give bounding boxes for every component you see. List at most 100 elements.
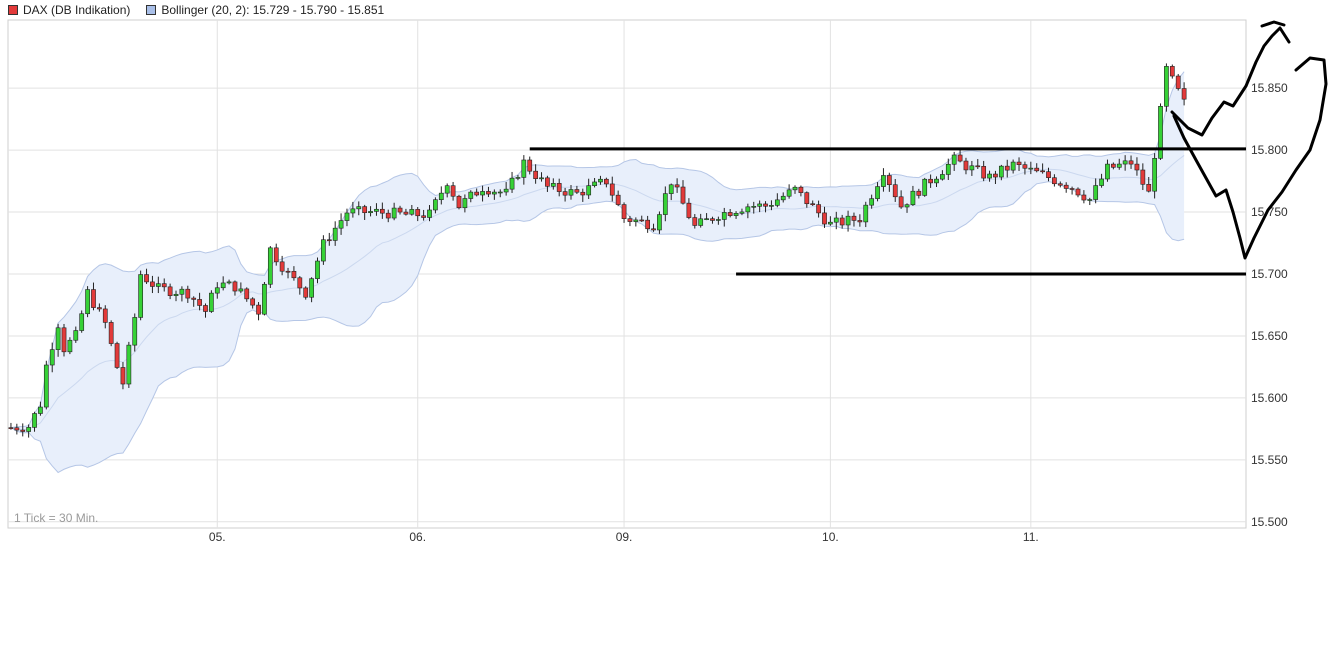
candle-body <box>917 191 921 195</box>
candle-body <box>56 328 60 350</box>
y-tick-label: 15.850 <box>1251 81 1288 95</box>
candle-body <box>781 196 785 200</box>
candle-body <box>569 190 573 196</box>
candle-body <box>351 209 355 213</box>
candle-body <box>1052 178 1056 184</box>
candle-body <box>934 179 938 183</box>
candle-body <box>144 275 148 282</box>
candle-body <box>669 185 673 194</box>
candle-body <box>970 166 974 170</box>
candle-body <box>192 298 196 299</box>
candle-body <box>310 279 314 298</box>
candle-body <box>139 275 143 318</box>
candle-body <box>433 200 437 210</box>
candle-body <box>1029 168 1033 169</box>
candle-body <box>227 282 231 283</box>
candle-body <box>439 193 443 200</box>
candle-body <box>993 174 997 177</box>
candle-body <box>1023 165 1027 169</box>
candle-body <box>233 282 237 291</box>
handdrawn-arrowhead <box>1262 22 1284 26</box>
candle-body <box>156 284 160 287</box>
candle-body <box>587 186 591 195</box>
candle-body <box>186 289 190 298</box>
candle-body <box>427 210 431 218</box>
candle-body <box>811 204 815 205</box>
candle-body <box>239 289 243 291</box>
interval-note: 1 Tick = 30 Min. <box>14 511 98 525</box>
candle-body <box>180 289 184 294</box>
candle-body <box>976 166 980 167</box>
candle-body <box>557 183 561 191</box>
candle-body <box>15 428 19 430</box>
candle-body <box>834 218 838 222</box>
candle-body <box>911 191 915 204</box>
candle-body <box>374 209 378 211</box>
candle-body <box>628 219 632 222</box>
y-tick-label: 15.500 <box>1251 515 1288 529</box>
candle-body <box>363 207 367 213</box>
candle-body <box>610 184 614 195</box>
candle-body <box>386 213 390 218</box>
candle-body <box>1005 166 1009 170</box>
candle-body <box>722 212 726 219</box>
candle-body <box>881 175 885 186</box>
candle-body <box>675 185 679 187</box>
candle-body <box>769 205 773 206</box>
candle-body <box>534 171 538 178</box>
candle-body <box>775 200 779 206</box>
candle-body <box>875 187 879 199</box>
x-tick-label: 06. <box>409 530 426 544</box>
candle-body <box>598 179 602 182</box>
candle-body <box>1035 168 1039 171</box>
candle-body <box>504 189 508 192</box>
candle-body <box>1170 66 1174 76</box>
candle-body <box>1094 186 1098 200</box>
candle-body <box>1123 161 1127 164</box>
candle-body <box>1058 184 1062 185</box>
candle-body <box>681 187 685 203</box>
candle-body <box>150 282 154 287</box>
candle-body <box>121 367 125 384</box>
candle-body <box>1176 76 1180 88</box>
candle-body <box>758 204 762 206</box>
candle-body <box>687 203 691 217</box>
candle-body <box>380 209 384 213</box>
x-tick-label: 11. <box>1023 530 1039 544</box>
candle-body <box>728 212 732 215</box>
candle-body <box>1088 200 1092 201</box>
candle-body <box>274 248 278 262</box>
candle-body <box>1105 164 1109 179</box>
candle-body <box>828 222 832 224</box>
candle-body <box>198 299 202 305</box>
candle-body <box>952 155 956 164</box>
candle-body <box>481 191 485 195</box>
candle-body <box>1153 158 1157 191</box>
candle-body <box>846 216 850 225</box>
candle-body <box>304 288 308 297</box>
candle-body <box>127 345 131 384</box>
candle-body <box>646 220 650 229</box>
candle-body <box>209 293 213 311</box>
candle-body <box>799 187 803 192</box>
candle-body <box>475 192 479 195</box>
candle-body <box>651 229 655 230</box>
candle-body <box>1070 188 1074 189</box>
candle-body <box>740 212 744 213</box>
candle-body <box>1100 179 1104 186</box>
candle-body <box>321 240 325 261</box>
candle-body <box>115 344 119 368</box>
candle-body <box>27 427 31 431</box>
candle-body <box>593 182 597 186</box>
candle-body <box>1147 184 1151 191</box>
candle-body <box>327 240 331 241</box>
candle-body <box>315 261 319 279</box>
candle-body <box>492 192 496 194</box>
candle-body <box>787 190 791 196</box>
candle-body <box>563 192 567 196</box>
candle-body <box>1082 195 1086 200</box>
candle-body <box>162 284 166 287</box>
candle-body <box>398 208 402 212</box>
candle-body <box>80 314 84 331</box>
candle-body <box>929 179 933 183</box>
